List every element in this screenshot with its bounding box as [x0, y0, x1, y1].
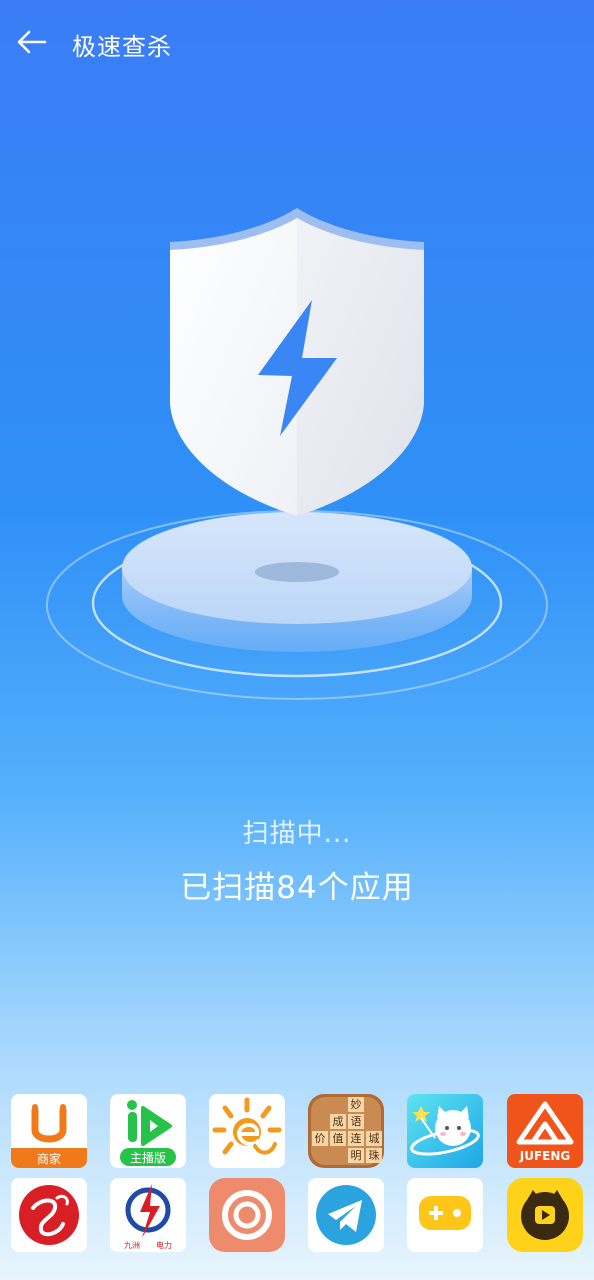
orange-ring-app-icon[interactable]	[209, 1178, 285, 1252]
back-button[interactable]	[14, 24, 50, 60]
page-title: 极速查杀	[72, 33, 172, 61]
tile-1: 妙	[351, 1097, 362, 1111]
u-merchant-label: 商家	[37, 1151, 61, 1166]
tile-6: 连	[351, 1132, 362, 1145]
scanned-app-grid: 商家 主播版 妙 成 语 价 值 连 城 明 珠 JUFENG 九洲 电力	[0, 1094, 594, 1276]
scan-count-text: 已扫描84个应用	[180, 870, 414, 906]
back-arrow-icon	[17, 30, 47, 54]
red-calligraphy-app-icon[interactable]	[11, 1178, 87, 1252]
game-controller-app-icon[interactable]	[407, 1178, 483, 1252]
power-label-right: 电力	[156, 1240, 172, 1250]
platform-center	[255, 562, 339, 582]
electric-power-app-icon[interactable]: 九洲 电力	[110, 1178, 186, 1252]
idiom-game-app-icon[interactable]: 妙 成 语 价 值 连 城 明 珠	[308, 1094, 384, 1168]
tile-9: 珠	[369, 1148, 380, 1162]
tile-5: 值	[333, 1132, 344, 1145]
tile-7: 城	[369, 1132, 380, 1145]
cat-planet-app-icon[interactable]	[407, 1094, 483, 1168]
tiger-video-app-icon[interactable]	[507, 1178, 583, 1252]
tile-4: 价	[315, 1132, 326, 1145]
top-bar: 极速查杀	[0, 0, 594, 86]
jufeng-app-icon[interactable]: JUFENG	[507, 1094, 583, 1168]
jufeng-label: JUFENG	[519, 1149, 571, 1163]
scan-illustration	[46, 208, 548, 700]
scan-status-text: 扫描中...	[242, 819, 352, 849]
live-streamer-label: 主播版	[130, 1151, 166, 1165]
power-label-left: 九洲	[124, 1241, 140, 1250]
tile-2: 成	[333, 1115, 344, 1128]
u-merchant-app-icon[interactable]: 商家	[11, 1094, 87, 1168]
tile-8: 明	[351, 1149, 362, 1162]
telegram-app-icon[interactable]	[308, 1178, 384, 1252]
tile-3: 语	[351, 1115, 362, 1128]
live-streamer-app-icon[interactable]: 主播版	[110, 1094, 186, 1168]
sun-e-app-icon[interactable]	[209, 1094, 285, 1168]
